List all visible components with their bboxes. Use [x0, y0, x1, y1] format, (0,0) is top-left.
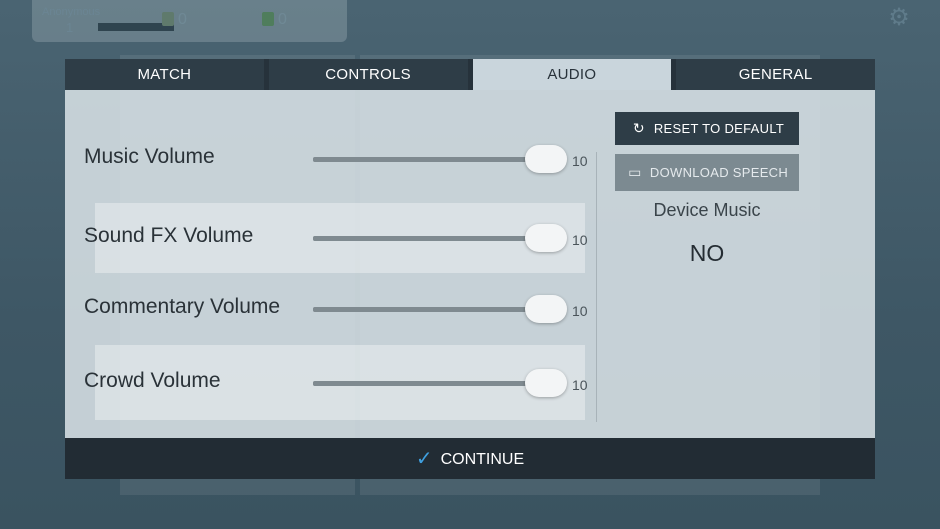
refresh-icon: ↻ — [632, 120, 645, 136]
commentary-volume-value: 10 — [572, 303, 588, 319]
settings-modal: MATCH CONTROLS AUDIO GENERAL Music Volum… — [65, 59, 875, 479]
audio-settings-panel: Music Volume 10 Sound FX Volume 10 Comme… — [65, 90, 875, 438]
slider-fill — [313, 157, 527, 162]
tab-audio[interactable]: AUDIO — [472, 59, 672, 90]
sfx-volume-row: Sound FX Volume 10 — [65, 204, 590, 274]
coin-icon — [162, 12, 174, 26]
coin-value: 0 — [178, 11, 187, 28]
device-music-label: Device Music — [653, 200, 761, 220]
music-volume-row: Music Volume 10 — [65, 125, 590, 195]
tab-controls[interactable]: CONTROLS — [268, 59, 468, 90]
reset-to-default-button[interactable]: ↻ RESET TO DEFAULT — [615, 112, 799, 145]
gear-icon[interactable]: ⚙ — [886, 5, 912, 31]
crowd-volume-row: Crowd Volume 10 — [65, 349, 590, 419]
commentary-volume-slider[interactable] — [313, 307, 527, 312]
sfx-volume-value: 10 — [572, 232, 588, 248]
download-speech-button[interactable]: ▭ DOWNLOAD SPEECH — [615, 154, 799, 191]
slider-fill — [313, 381, 527, 386]
crowd-volume-knob[interactable] — [525, 369, 567, 397]
music-volume-value: 10 — [572, 153, 588, 169]
settings-tabs: MATCH CONTROLS AUDIO GENERAL — [65, 59, 875, 90]
music-volume-knob[interactable] — [525, 145, 567, 173]
commentary-volume-label: Commentary Volume — [84, 295, 281, 318]
panel-divider — [596, 152, 597, 422]
music-volume-slider[interactable] — [313, 157, 527, 162]
speech-bubble-icon: ▭ — [628, 164, 642, 180]
profile-name: Anonymous — [42, 6, 101, 18]
slider-fill — [313, 307, 527, 312]
cash-icon — [262, 12, 274, 26]
music-volume-label: Music Volume — [84, 145, 215, 168]
cash-value: 0 — [278, 11, 287, 28]
profile-level: 1 — [66, 20, 74, 35]
crowd-volume-label: Crowd Volume — [84, 369, 221, 392]
commentary-volume-row: Commentary Volume 10 — [65, 275, 590, 345]
continue-button[interactable]: ✓ CONTINUE — [65, 438, 875, 479]
continue-label: CONTINUE — [440, 451, 525, 468]
crowd-volume-value: 10 — [572, 377, 588, 393]
sfx-volume-knob[interactable] — [525, 224, 567, 252]
download-label: DOWNLOAD SPEECH — [649, 165, 789, 180]
tab-match[interactable]: MATCH — [65, 59, 264, 90]
device-music-toggle[interactable]: NO — [615, 240, 799, 267]
crowd-volume-slider[interactable] — [313, 381, 527, 386]
tab-general[interactable]: GENERAL — [676, 59, 875, 90]
slider-fill — [313, 236, 527, 241]
commentary-volume-knob[interactable] — [525, 295, 567, 323]
reset-label: RESET TO DEFAULT — [653, 121, 785, 136]
sfx-volume-label: Sound FX Volume — [84, 224, 254, 247]
sfx-volume-slider[interactable] — [313, 236, 527, 241]
check-icon: ✓ — [415, 448, 433, 470]
profile-bar: Anonymous 1 0 0 — [32, 0, 347, 42]
